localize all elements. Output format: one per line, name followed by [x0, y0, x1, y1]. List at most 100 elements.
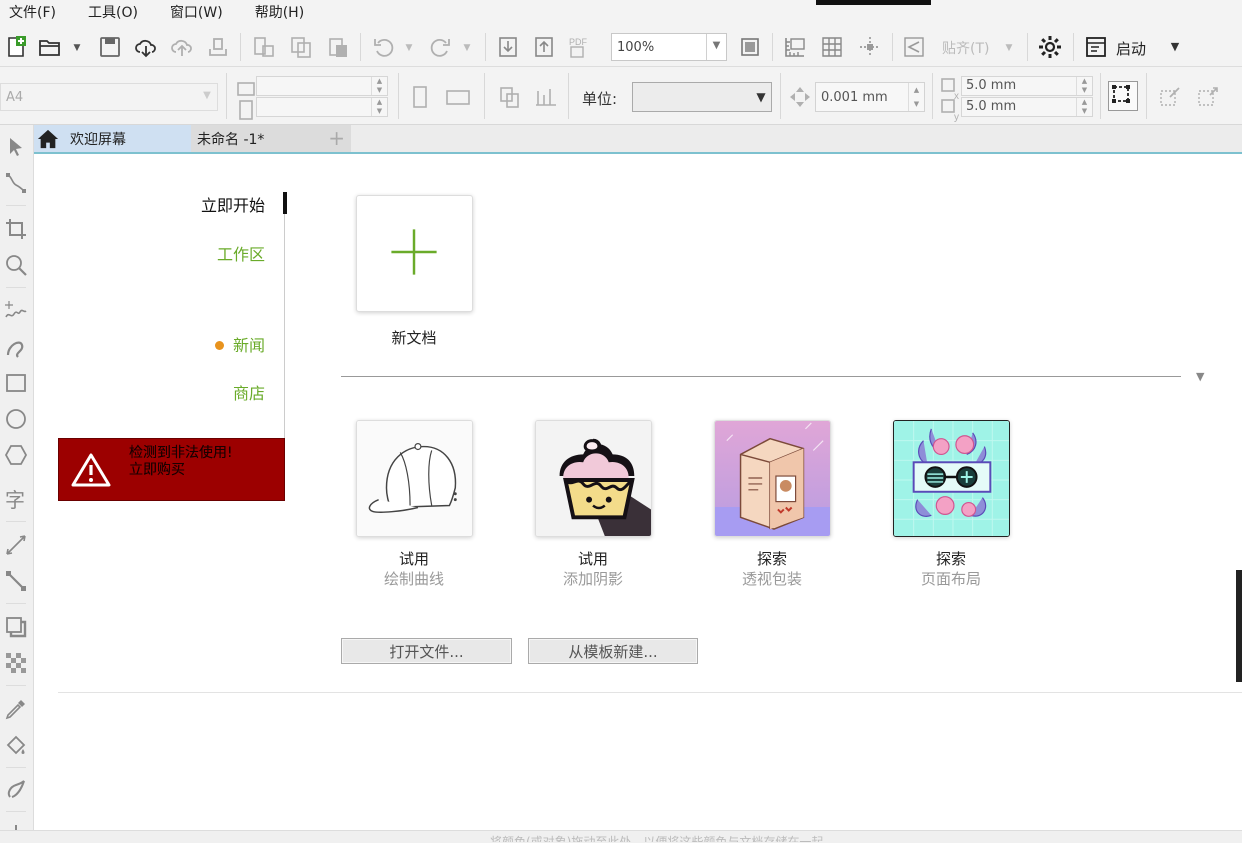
open-folder-icon[interactable] — [38, 35, 62, 59]
collapse-arrow-icon[interactable]: ▼ — [1196, 370, 1204, 383]
page-size-combo[interactable]: A4 ▼ — [0, 83, 218, 111]
text-tool-icon[interactable]: 字 — [4, 487, 28, 511]
tutorial-card-drop-shadow[interactable] — [535, 420, 652, 537]
rulers-icon[interactable] — [783, 35, 807, 59]
redo-icon[interactable] — [428, 35, 452, 59]
ellipse-tool-icon[interactable] — [4, 407, 28, 431]
landscape-icon[interactable] — [446, 85, 470, 109]
publish-icon[interactable] — [206, 35, 230, 59]
new-from-template-button[interactable]: 从模板新建... — [528, 638, 698, 664]
export-pdf-icon[interactable]: PDF — [568, 35, 592, 59]
cloud-download-icon[interactable] — [134, 35, 158, 59]
license-alert-banner[interactable]: 检测到非法使用! 立即购买 — [58, 438, 285, 501]
gear-icon[interactable] — [1038, 35, 1062, 59]
snap-to-icon[interactable] — [902, 35, 926, 59]
new-document-card[interactable] — [356, 195, 473, 312]
tutorial-1-title[interactable]: 绘制曲线 — [344, 568, 484, 589]
open-file-button[interactable]: 打开文件... — [341, 638, 512, 664]
warning-icon — [71, 452, 111, 488]
transparency-icon[interactable] — [4, 651, 28, 675]
tutorial-3-action[interactable]: 探索 — [702, 548, 842, 569]
news-dot-icon — [214, 341, 224, 350]
cut-icon[interactable] — [252, 35, 276, 59]
tutorial-3-title[interactable]: 透视包装 — [702, 568, 842, 589]
menu-file[interactable]: 文件(F) — [0, 0, 65, 27]
copy-icon[interactable] — [289, 35, 313, 59]
menu-help[interactable]: 帮助(H) — [246, 0, 313, 27]
undo-icon[interactable] — [372, 35, 396, 59]
cloud-upload-icon[interactable] — [170, 35, 194, 59]
nav-get-started[interactable]: 立即开始 — [201, 192, 265, 216]
current-page-icon[interactable] — [534, 85, 558, 109]
page-width-field[interactable]: ▲ ▼ — [256, 76, 388, 96]
drop-shadow-icon[interactable] — [4, 615, 28, 639]
duplicate-y-field[interactable]: 5.0 mm ▲ ▼ — [961, 97, 1093, 117]
zoom-tool-icon[interactable] — [4, 253, 28, 277]
redo-dropdown-icon[interactable]: ▼ — [462, 43, 472, 53]
pick-tool-icon[interactable] — [4, 135, 28, 159]
units-dropdown-icon[interactable]: ▼ — [751, 83, 771, 111]
duplicate-x-field[interactable]: 5.0 mm ▲ ▼ — [961, 76, 1093, 96]
new-document-icon[interactable] — [4, 35, 28, 59]
add-tab-icon[interactable]: + — [328, 127, 345, 149]
tutorial-4-title[interactable]: 页面布局 — [881, 568, 1021, 589]
open-dropdown-icon[interactable]: ▼ — [72, 43, 82, 53]
scrollbar-thumb[interactable] — [1236, 570, 1242, 682]
crop-tool-icon[interactable] — [4, 217, 28, 241]
fill-tool-icon[interactable] — [4, 733, 28, 757]
page-size-dropdown-icon[interactable]: ▼ — [197, 84, 217, 110]
launch-window-icon[interactable] — [1084, 35, 1108, 59]
document-tabs: 欢迎屏幕 未命名 -1* + — [34, 125, 1242, 154]
snap-off-icon[interactable] — [1158, 85, 1182, 109]
paste-icon[interactable] — [326, 35, 350, 59]
units-combo[interactable]: ▼ — [632, 82, 772, 112]
connector-tool-icon[interactable] — [4, 569, 28, 593]
nav-workspace[interactable]: 工作区 — [217, 241, 265, 265]
zoom-dropdown-icon[interactable]: ▼ — [706, 34, 726, 60]
tutorial-2-action[interactable]: 试用 — [523, 548, 663, 569]
undo-dropdown-icon[interactable]: ▼ — [404, 43, 414, 53]
tutorial-2-title[interactable]: 添加阴影 — [523, 568, 663, 589]
tutorial-4-action[interactable]: 探索 — [881, 548, 1021, 569]
nav-store[interactable]: 商店 — [233, 380, 265, 404]
rectangle-tool-icon[interactable] — [4, 371, 28, 395]
dimension-tool-icon[interactable] — [4, 533, 28, 557]
nudge-icon — [788, 85, 812, 109]
snap-dropdown-icon[interactable]: ▼ — [1004, 43, 1014, 53]
treat-as-filled-icon[interactable] — [1108, 81, 1138, 111]
palette-hint: 将颜色(或对象)拖动至此处，以便将这些颜色与文档存储在一起 — [490, 835, 824, 842]
save-icon[interactable] — [98, 35, 122, 59]
snap-label[interactable]: 贴齐(T) — [942, 38, 989, 58]
snap-scope-icon[interactable] — [1196, 85, 1220, 109]
tab-welcome-screen[interactable]: 欢迎屏幕 — [34, 125, 191, 152]
tutorial-card-perspective-package[interactable] — [714, 420, 831, 537]
portrait-icon[interactable] — [408, 85, 432, 109]
shape-tool-icon[interactable] — [4, 171, 28, 195]
all-pages-icon[interactable] — [498, 85, 522, 109]
eyedropper-icon[interactable] — [4, 697, 28, 721]
polygon-tool-icon[interactable] — [4, 443, 28, 467]
tutorial-card-draw-curves[interactable] — [356, 420, 473, 537]
launch-dropdown-icon[interactable]: ▼ — [1170, 41, 1180, 52]
freehand-tool-icon[interactable] — [4, 299, 28, 323]
import-icon[interactable] — [496, 35, 520, 59]
menu-tools[interactable]: 工具(O) — [79, 0, 147, 27]
export-icon[interactable] — [532, 35, 556, 59]
grid-icon[interactable] — [820, 35, 844, 59]
artistic-media-icon[interactable] — [4, 335, 28, 359]
tutorial-1-action[interactable]: 试用 — [344, 548, 484, 569]
zoom-combo[interactable]: 100% ▼ — [611, 33, 727, 61]
page-height-field[interactable]: ▲ ▼ — [256, 97, 388, 117]
nav-news[interactable]: 新闻 — [214, 332, 265, 356]
duplicate-x-value: 5.0 mm — [966, 78, 1017, 93]
tutorial-card-page-layout[interactable] — [893, 420, 1010, 537]
full-screen-icon[interactable] — [738, 35, 762, 59]
smart-fill-icon[interactable] — [4, 777, 28, 801]
nudge-field[interactable]: 0.001 mm ▲ ▼ — [815, 82, 925, 112]
menu-window[interactable]: 窗口(W) — [161, 0, 232, 27]
tab-untitled-document[interactable]: 未命名 -1* + — [191, 125, 351, 152]
new-document-label[interactable]: 新文档 — [344, 327, 484, 348]
guidelines-icon[interactable] — [858, 35, 882, 59]
launch-label[interactable]: 启动 — [1116, 38, 1146, 59]
units-label: 单位: — [582, 90, 618, 108]
